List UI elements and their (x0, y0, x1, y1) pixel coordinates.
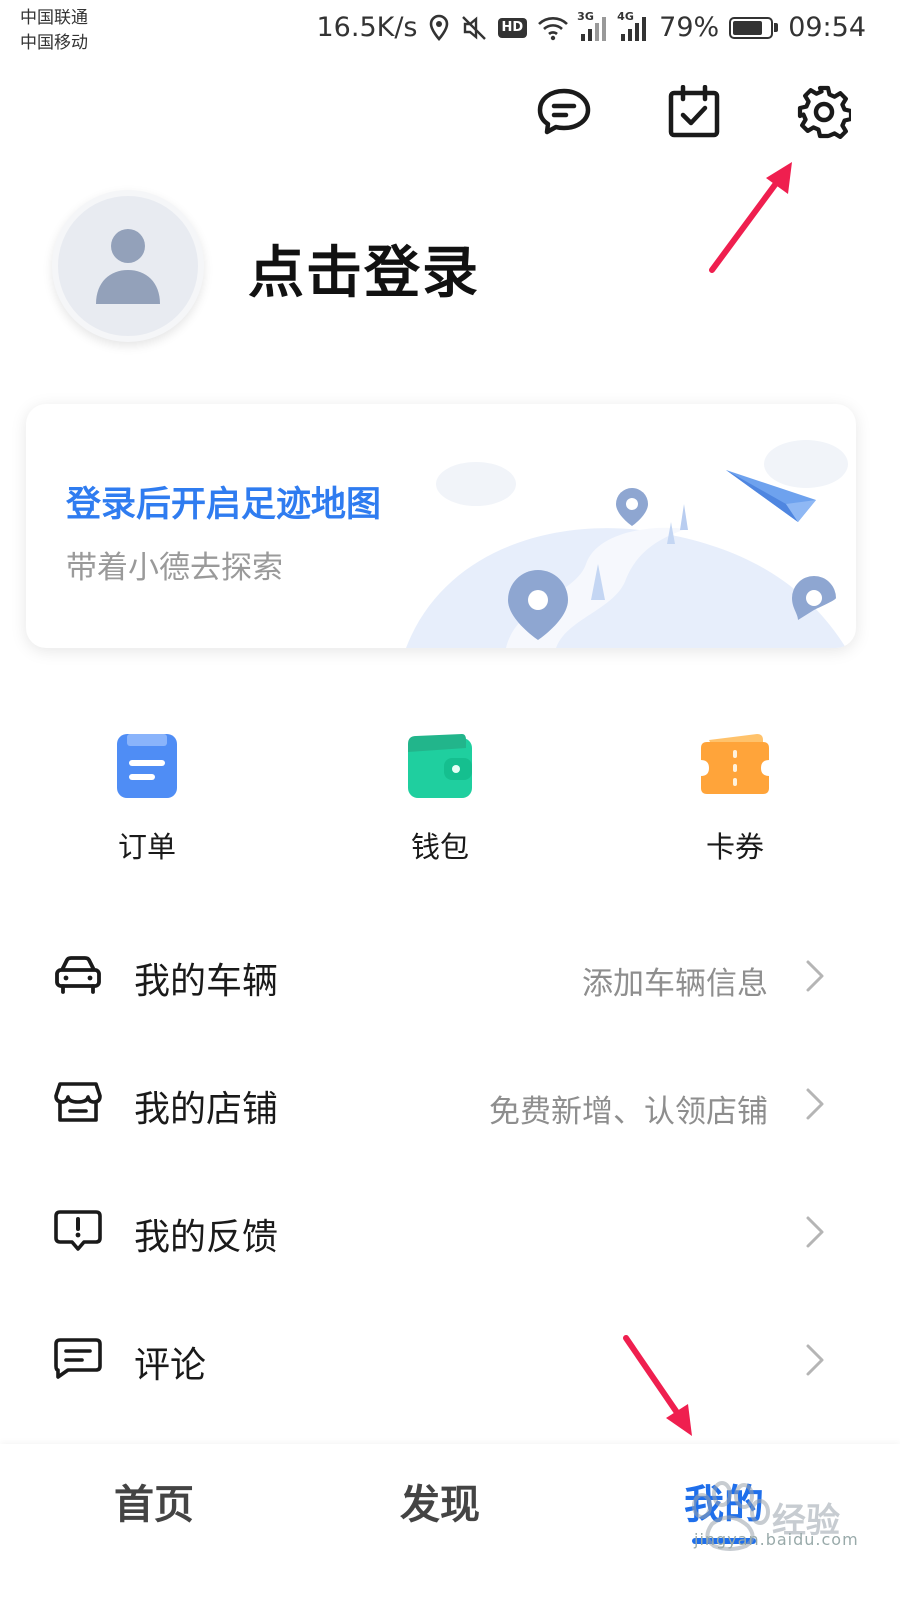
avatar[interactable] (52, 190, 204, 342)
net-3g-label: 3G (577, 9, 594, 23)
coupon-icon (701, 734, 769, 794)
menu-label: 我的店铺 (134, 1089, 279, 1130)
top-action-bar (536, 84, 852, 140)
status-indicators: 16.5K/s HD 3G 4G 79% 09:54 (316, 10, 867, 44)
watermark-logo: 经验 (692, 1481, 840, 1551)
card-subtitle: 带着小德去探索 (66, 550, 283, 586)
quick-item-label: 卡券 (705, 830, 764, 864)
watermark-text: jingyan.baidu.com (694, 1530, 859, 1549)
net-speed: 16.5K/s (316, 12, 418, 43)
tab-discover[interactable]: 发现 (330, 1472, 550, 1530)
feedback-icon (54, 1210, 102, 1251)
store-icon (54, 1082, 102, 1122)
battery-icon (729, 16, 779, 39)
login-prompt[interactable]: 点击登录 (248, 228, 480, 309)
my-profile-page: 中国联通 中国移动 16.5K/s HD 3G 4G 79% 09:54 点击登… (0, 0, 900, 1600)
menu-item-comments[interactable]: 评论 (0, 1294, 900, 1422)
map-pin-small-icon (616, 488, 648, 526)
quick-item-wallet[interactable]: 钱包 (370, 730, 510, 866)
quick-access: 订单 钱包 卡券 (0, 730, 900, 870)
menu-hint: 免费新增、认领店铺 (489, 1094, 768, 1130)
chevron-right-icon (806, 1344, 824, 1376)
quick-item-coupon[interactable]: 卡券 (665, 730, 805, 866)
default-user-icon (96, 229, 160, 304)
order-icon (117, 734, 177, 798)
location-icon (428, 14, 450, 42)
mute-icon (460, 14, 488, 42)
carrier-info: 中国联通 中国移动 (20, 6, 88, 56)
menu-label: 我的车辆 (134, 961, 279, 1002)
annotation-arrow-mine-tab (623, 1335, 692, 1436)
status-bar: 中国联通 中国移动 16.5K/s HD 3G 4G 79% 09:54 (0, 0, 900, 64)
clock: 09:54 (788, 12, 866, 43)
carrier-2: 中国移动 (20, 33, 88, 53)
tab-home[interactable]: 首页 (44, 1472, 264, 1530)
comment-icon (54, 1338, 102, 1379)
wallet-icon (408, 734, 472, 798)
battery-percent: 79% (659, 12, 720, 43)
menu-item-my-vehicles[interactable]: 我的车辆 添加车辆信息 (0, 910, 900, 1038)
menu-label: 我的反馈 (134, 1217, 279, 1258)
chevron-right-icon (806, 1216, 824, 1248)
hd-badge: HD (497, 17, 528, 38)
annotation-arrow-settings (709, 162, 792, 273)
quick-item-label: 钱包 (410, 830, 469, 864)
car-icon (55, 956, 101, 994)
chevron-right-icon (806, 960, 824, 992)
battery-shell (729, 16, 774, 39)
quick-item-order[interactable]: 订单 (77, 730, 217, 866)
menu-item-my-feedback[interactable]: 我的反馈 (0, 1166, 900, 1294)
menu-label: 评论 (134, 1345, 207, 1386)
carrier-1: 中国联通 (20, 8, 88, 28)
settings-icon[interactable] (796, 84, 852, 140)
wifi-icon (537, 15, 569, 41)
message-icon[interactable] (536, 84, 592, 140)
signal-4g-icon: 4G (617, 10, 649, 42)
chevron-right-icon (806, 1088, 824, 1120)
battery-fill (733, 20, 762, 35)
signal-3g-icon: 3G (577, 10, 609, 42)
menu-hint: 添加车辆信息 (582, 966, 768, 1002)
footprint-map-card[interactable]: 登录后开启足迹地图 带着小德去探索 (26, 404, 856, 648)
net-4g-label: 4G (617, 9, 634, 23)
footprint-illustration (406, 440, 848, 648)
quick-item-label: 订单 (117, 830, 176, 864)
battery-tip (774, 23, 779, 32)
menu-item-my-store[interactable]: 我的店铺 免费新增、认领店铺 (0, 1038, 900, 1166)
card-title: 登录后开启足迹地图 (66, 485, 382, 525)
calendar-check-icon[interactable] (666, 84, 722, 140)
